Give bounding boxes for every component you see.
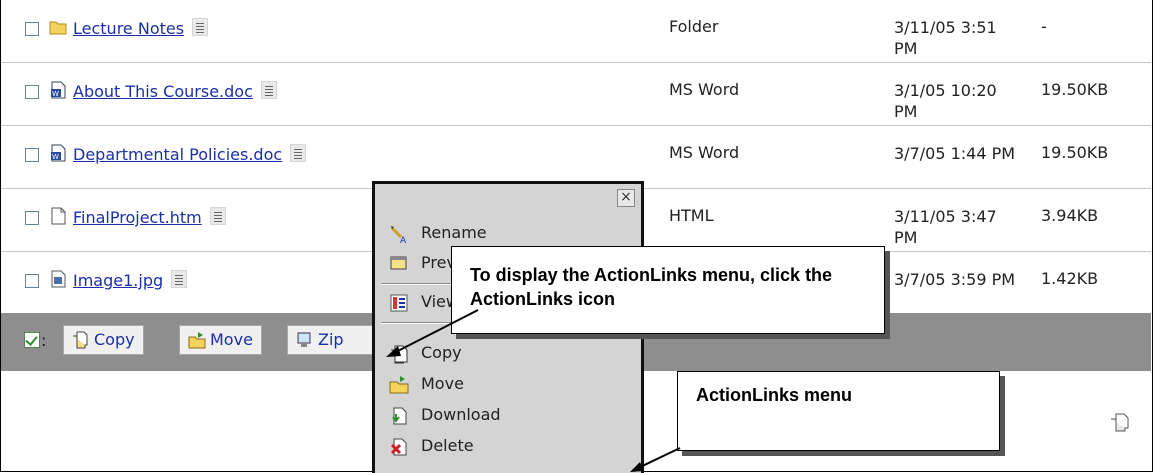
actionlinks-icon-callout: To display the ActionLinks menu, click t…	[451, 246, 885, 334]
file-date: 3/11/05 3:51 PM	[894, 18, 997, 58]
actionlinks-icon[interactable]	[171, 270, 188, 288]
actionlinks-icon[interactable]	[209, 207, 226, 225]
file-name-link[interactable]: Image1.jpg	[73, 270, 188, 290]
svg-text:A: A	[400, 236, 407, 244]
file-type: HTML	[669, 206, 714, 225]
file-name-link[interactable]: FinalProject.htm	[73, 207, 226, 227]
word-doc-icon: W	[51, 81, 66, 99]
file-size: 19.50KB	[1041, 80, 1109, 99]
copy-icon	[73, 331, 88, 349]
download-arrow-icon	[392, 407, 407, 425]
file-size: 19.50KB	[1041, 143, 1109, 162]
file-size: 3.94KB	[1041, 206, 1099, 225]
move-folder-icon	[188, 332, 206, 349]
select-all-checkbox[interactable]	[24, 332, 40, 348]
file-name-link[interactable]: Lecture Notes	[73, 18, 209, 38]
row-checkbox[interactable]	[25, 85, 39, 99]
row-checkbox[interactable]	[25, 22, 39, 36]
row-checkbox[interactable]	[25, 274, 39, 288]
svg-text:W: W	[52, 90, 59, 98]
folder-icon	[49, 21, 67, 35]
zip-button[interactable]: Zip	[287, 325, 377, 355]
file-size: 1.42KB	[1041, 269, 1099, 288]
file-size: -	[1041, 17, 1047, 36]
file-type: MS Word	[669, 143, 740, 162]
delete-x-icon	[390, 438, 407, 456]
table-row: W Departmental Policies.doc MS Word 3/7/…	[1, 126, 1151, 189]
table-row: W About This Course.doc MS Word 3/1/05 1…	[1, 63, 1151, 126]
preview-window-icon	[390, 256, 407, 270]
rename-pencil-icon: A	[390, 226, 407, 244]
select-all-label: :	[41, 331, 47, 350]
file-name-link[interactable]: About This Course.doc	[73, 81, 277, 101]
copy-button[interactable]: Copy	[63, 325, 144, 355]
svg-text:W: W	[52, 153, 59, 161]
file-date: 3/7/05 3:59 PM	[894, 270, 1016, 289]
file-date: 3/1/05 10:20 PM	[894, 81, 997, 121]
table-row: Lecture Notes Folder 3/11/05 3:51 PM -	[1, 0, 1151, 63]
close-button[interactable]: ×	[617, 189, 635, 207]
file-date: 3/7/05 1:44 PM	[894, 144, 1016, 163]
copy-icon[interactable]	[1108, 412, 1130, 434]
word-doc-icon: W	[51, 144, 66, 162]
file-type: MS Word	[669, 80, 740, 99]
copy-icon	[391, 345, 408, 364]
view-info-icon	[390, 294, 408, 312]
row-checkbox[interactable]	[25, 211, 39, 225]
actionlinks-icon[interactable]	[290, 144, 307, 162]
html-file-icon	[51, 207, 66, 225]
move-folder-icon	[389, 376, 409, 394]
actionlinks-icon[interactable]	[260, 81, 277, 99]
actionlinks-menu-callout: ActionLinks menu	[677, 371, 1000, 451]
file-date: 3/11/05 3:47 PM	[894, 207, 997, 247]
image-file-icon	[51, 270, 66, 288]
row-checkbox[interactable]	[25, 148, 39, 162]
move-button[interactable]: Move	[179, 325, 262, 355]
zip-icon	[297, 332, 311, 347]
actionlinks-icon[interactable]	[192, 18, 209, 36]
file-name-link[interactable]: Departmental Policies.doc	[73, 144, 307, 164]
file-type: Folder	[669, 17, 719, 36]
